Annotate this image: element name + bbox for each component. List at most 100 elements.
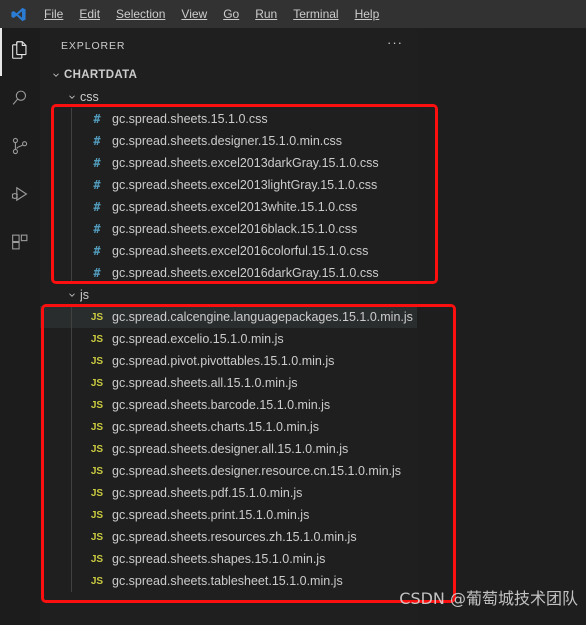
tree-item-label: gc.spread.sheets.excel2013darkGray.15.1.… [112, 156, 379, 170]
search-icon [9, 87, 31, 114]
tree-item-file[interactable]: JS gc.spread.excelio.15.1.0.min.js [40, 328, 417, 350]
tree-item-label: js [80, 288, 90, 302]
css-file-icon: # [93, 200, 101, 214]
tree-item-file[interactable]: JS gc.spread.sheets.shapes.15.1.0.min.js [40, 548, 417, 570]
tree-item-label: gc.spread.sheets.designer.all.15.1.0.min… [112, 442, 349, 456]
tree-item-label: gc.spread.sheets.shapes.15.1.0.min.js [112, 552, 326, 566]
tree-item-label: gc.spread.excelio.15.1.0.min.js [112, 332, 284, 346]
indent-guide [71, 306, 72, 328]
activity-item-extensions[interactable] [0, 220, 40, 268]
js-file-icon: JS [90, 465, 104, 477]
tree-item-label: gc.spread.sheets.all.15.1.0.min.js [112, 376, 298, 390]
explorer-title: EXPLORER [61, 39, 126, 52]
tree-item-label: gc.spread.calcengine.languagepackages.15… [112, 310, 413, 324]
js-file-icon: JS [90, 377, 104, 389]
menu-item-edit[interactable]: Edit [71, 4, 108, 25]
tree-item-label: gc.spread.sheets.print.15.1.0.min.js [112, 508, 310, 522]
tree-item-label: gc.spread.pivot.pivottables.15.1.0.min.j… [112, 354, 335, 368]
indent-guide [71, 438, 72, 460]
js-file-icon: JS [90, 399, 104, 411]
more-actions-icon[interactable]: ··· [387, 36, 403, 53]
tree-item-label: gc.spread.sheets.designer.resource.cn.15… [112, 464, 402, 478]
indent-guide [71, 570, 72, 592]
indent-guide [71, 526, 72, 548]
tree-item-file[interactable]: JS gc.spread.pivot.pivottables.15.1.0.mi… [40, 350, 417, 372]
explorer-sidebar: EXPLORER ··· CHARTDATA css # gc.spread.s… [40, 28, 417, 625]
indent-guide [71, 218, 72, 240]
js-file-icon: JS [90, 333, 104, 345]
tree-item-file[interactable]: JS gc.spread.sheets.print.15.1.0.min.js [40, 504, 417, 526]
menu-bar[interactable]: File Edit Selection View Go Run Terminal… [36, 4, 387, 25]
js-file-icon: JS [90, 509, 104, 521]
menu-item-terminal[interactable]: Terminal [285, 4, 346, 25]
activity-item-search[interactable] [0, 76, 40, 124]
watermark-text: CSDN @葡萄城技术团队 [399, 589, 578, 608]
chevron-down-icon [64, 86, 80, 108]
tree-item-file[interactable]: # gc.spread.sheets.excel2013lightGray.15… [40, 174, 417, 196]
editor-area [417, 28, 586, 625]
css-file-icon: # [93, 266, 101, 280]
tree-item-file[interactable]: # gc.spread.sheets.excel2013darkGray.15.… [40, 152, 417, 174]
tree-item-chartdata[interactable]: CHARTDATA [40, 64, 417, 86]
tree-item-file[interactable]: # gc.spread.sheets.designer.15.1.0.min.c… [40, 130, 417, 152]
tree-item-file[interactable]: # gc.spread.sheets.excel2016darkGray.15.… [40, 262, 417, 284]
menu-item-go-label: Go [223, 6, 240, 21]
js-file-icon: JS [90, 487, 104, 499]
tree-item-file[interactable]: # gc.spread.sheets.15.1.0.css [40, 108, 417, 130]
extensions-icon [9, 231, 31, 258]
file-tree: CHARTDATA css # gc.spread.sheets.15.1.0.… [40, 63, 417, 592]
tree-item-file[interactable]: JS gc.spread.sheets.barcode.15.1.0.min.j… [40, 394, 417, 416]
tree-item-file[interactable]: JS gc.spread.calcengine.languagepackages… [40, 306, 417, 328]
indent-guide [71, 240, 72, 262]
tree-item-file[interactable]: JS gc.spread.sheets.tablesheet.15.1.0.mi… [40, 570, 417, 592]
menu-item-terminal-label: Terminal [293, 6, 339, 21]
tree-item-label: gc.spread.sheets.charts.15.1.0.min.js [112, 420, 320, 434]
tree-item-file[interactable]: JS gc.spread.sheets.charts.15.1.0.min.js [40, 416, 417, 438]
tree-item-file[interactable]: # gc.spread.sheets.excel2016black.15.1.0… [40, 218, 417, 240]
tree-item-label: gc.spread.sheets.excel2013white.15.1.0.c… [112, 200, 358, 214]
menu-item-file[interactable]: File [36, 4, 71, 25]
vscode-window: File Edit Selection View Go Run Terminal… [0, 0, 586, 625]
indent-guide [71, 460, 72, 482]
title-bar: File Edit Selection View Go Run Terminal… [0, 0, 586, 28]
tree-item-file[interactable]: JS gc.spread.sheets.designer.all.15.1.0.… [40, 438, 417, 460]
js-file-icon: JS [90, 421, 104, 433]
menu-item-selection[interactable]: Selection [108, 4, 173, 25]
tree-item-label: gc.spread.sheets.barcode.15.1.0.min.js [112, 398, 331, 412]
tree-item-file[interactable]: JS gc.spread.sheets.pdf.15.1.0.min.js [40, 482, 417, 504]
tree-item-folder-css[interactable]: css [40, 86, 417, 108]
js-file-icon: JS [90, 531, 104, 543]
js-file-icon: JS [90, 575, 104, 587]
indent-guide [71, 174, 72, 196]
indent-guide [71, 196, 72, 218]
tree-item-folder-js[interactable]: js [40, 284, 417, 306]
menu-item-run[interactable]: Run [247, 4, 285, 25]
tree-item-file[interactable]: # gc.spread.sheets.excel2013white.15.1.0… [40, 196, 417, 218]
indent-guide [71, 482, 72, 504]
indent-guide [71, 504, 72, 526]
tree-item-file[interactable]: JS gc.spread.sheets.resources.zh.15.1.0.… [40, 526, 417, 548]
indent-guide [71, 262, 72, 284]
css-file-icon: # [93, 244, 101, 258]
activity-item-run-and-debug[interactable] [0, 172, 40, 220]
tree-item-file[interactable]: JS gc.spread.sheets.all.15.1.0.min.js [40, 372, 417, 394]
tree-item-label: gc.spread.sheets.pdf.15.1.0.min.js [112, 486, 303, 500]
indent-guide [71, 394, 72, 416]
activity-item-explorer[interactable] [0, 28, 40, 76]
css-file-icon: # [93, 134, 101, 148]
menu-item-help[interactable]: Help [347, 4, 388, 25]
activity-bar [0, 28, 40, 625]
menu-item-view[interactable]: View [173, 4, 215, 25]
menu-item-edit-label: Edit [79, 6, 101, 21]
menu-item-go[interactable]: Go [215, 4, 247, 25]
chevron-down-icon [48, 64, 64, 86]
indent-guide [71, 108, 72, 130]
js-file-icon: JS [90, 311, 104, 323]
activity-item-source-control[interactable] [0, 124, 40, 172]
tree-item-label: CHARTDATA [64, 69, 138, 81]
tree-item-label: gc.spread.sheets.15.1.0.css [112, 112, 268, 126]
menu-item-view-label: View [181, 6, 208, 21]
tree-item-file[interactable]: JS gc.spread.sheets.designer.resource.cn… [40, 460, 417, 482]
tree-item-file[interactable]: # gc.spread.sheets.excel2016colorful.15.… [40, 240, 417, 262]
indent-guide [71, 130, 72, 152]
